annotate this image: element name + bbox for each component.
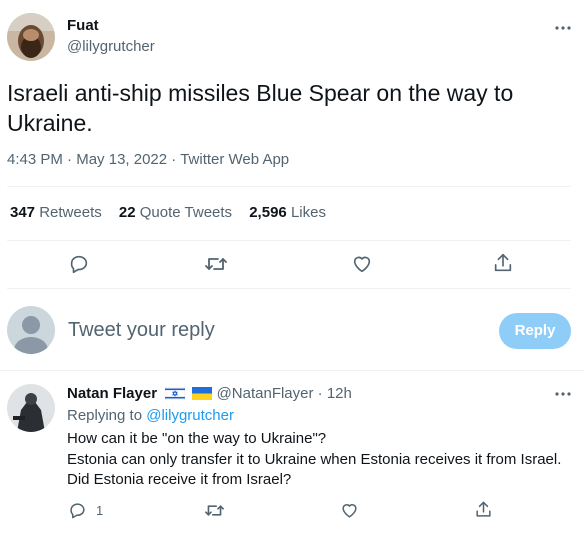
replying-to-label: Replying to	[67, 407, 143, 424]
reply-author-name[interactable]: Natan Flayer	[67, 385, 157, 402]
tweet-time[interactable]: 4:43 PM	[7, 151, 63, 168]
reply-author-avatar[interactable]	[7, 384, 55, 432]
author-avatar[interactable]	[7, 13, 55, 61]
reply-text-line-2: Estonia can only transfer it to Ukraine …	[67, 451, 562, 468]
meta-separator: ·	[171, 151, 177, 168]
reply-author-handle[interactable]: @NatanFlayer	[217, 385, 314, 402]
retweets-stat[interactable]: 347 Retweets	[10, 204, 106, 221]
israel-flag-icon	[165, 387, 186, 400]
likes-count: 2,596	[249, 204, 287, 221]
likes-label: Likes	[290, 204, 326, 221]
reply-separator: ·	[317, 385, 323, 402]
tweet-date[interactable]: May 13, 2022	[76, 151, 167, 168]
retweet-icon[interactable]	[204, 253, 228, 275]
tweet-text-line-1: Israeli anti-ship missiles Blue Spear on…	[7, 80, 514, 106]
author-name[interactable]: Fuat	[67, 17, 99, 34]
retweets-label: Retweets	[39, 204, 102, 221]
author-handle[interactable]: @lilygrutcher	[67, 38, 155, 55]
stats-row: 347 Retweets 22 Quote Tweets 2,596 Likes	[10, 204, 326, 221]
reply-time[interactable]: 12h	[327, 385, 352, 402]
tweet-text-line-2: Ukraine.	[7, 110, 93, 136]
divider	[7, 240, 571, 241]
reply-text-line-3: Did Estonia receive it from Israel?	[67, 471, 292, 488]
reply-input[interactable]: Tweet your reply	[68, 319, 215, 342]
reply-icon[interactable]	[68, 253, 90, 275]
ukraine-flag-icon	[192, 387, 213, 400]
replying-to-handle[interactable]: @lilygrutcher	[146, 407, 234, 424]
meta-separator: ·	[67, 151, 73, 168]
like-icon[interactable]	[351, 253, 373, 275]
reply-button[interactable]: Reply	[499, 313, 571, 349]
reply-text-line-1: How can it be "on the way to Ukraine"?	[67, 430, 327, 447]
quotes-label: Quote Tweets	[139, 204, 233, 221]
divider	[7, 288, 571, 289]
replying-to: Replying to @lilygrutcher	[67, 407, 234, 424]
reply-reply-icon[interactable]	[68, 501, 87, 520]
reply-reply-count: 1	[96, 503, 104, 518]
likes-stat[interactable]: 2,596 Likes	[249, 204, 326, 221]
reply-header: Natan Flayer @NatanFlayer · 12h	[67, 385, 352, 402]
quotes-stat[interactable]: 22 Quote Tweets	[119, 204, 236, 221]
reply-more-dots-icon[interactable]	[554, 385, 572, 403]
reply-share-icon[interactable]	[474, 500, 493, 519]
divider	[7, 186, 571, 187]
tweet-source[interactable]: Twitter Web App	[180, 151, 289, 168]
retweets-count: 347	[10, 204, 36, 221]
reply-like-icon[interactable]	[340, 501, 359, 520]
quotes-count: 22	[118, 204, 136, 221]
divider	[0, 370, 584, 371]
more-dots-icon[interactable]	[554, 19, 572, 37]
share-icon[interactable]	[492, 252, 514, 274]
composer-avatar	[7, 306, 55, 354]
reply-retweet-icon[interactable]	[204, 501, 225, 520]
tweet-meta: 4:43 PM · May 13, 2022 · Twitter Web App	[7, 151, 289, 168]
